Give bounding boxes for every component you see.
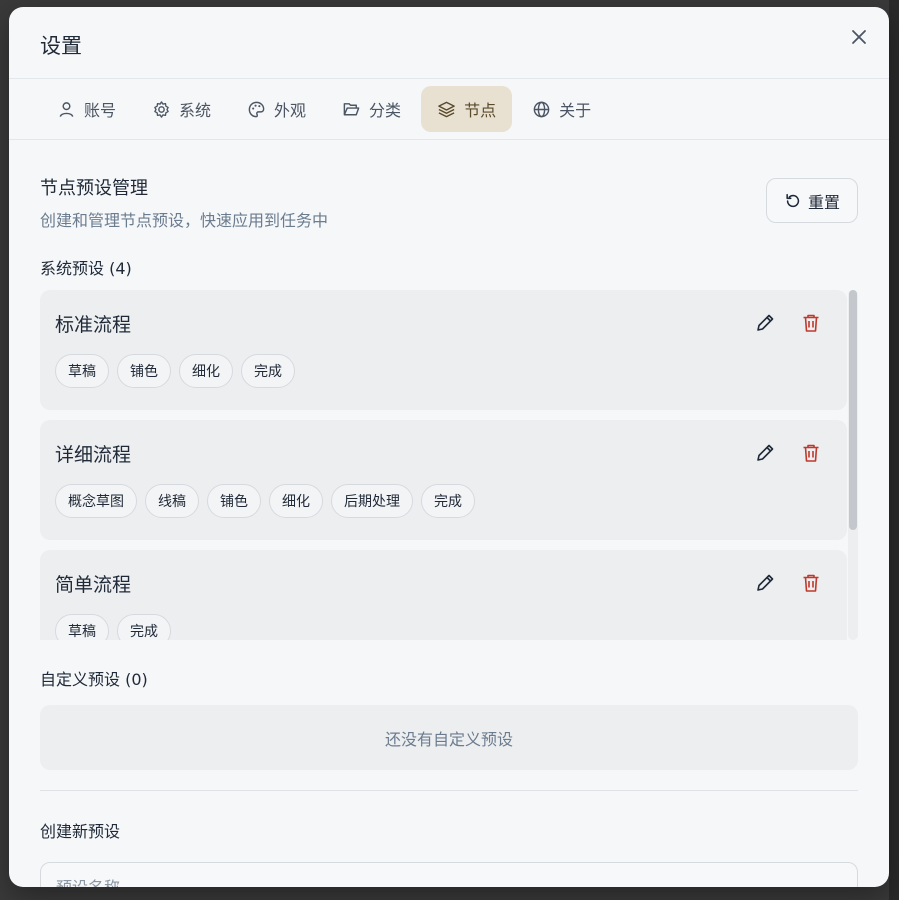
tab-content: 节点预设管理 创建和管理节点预设，快速应用到任务中 重置 系统预设 (4) 标准… <box>9 140 889 887</box>
preset-actions <box>754 312 822 334</box>
preset-card: 标准流程 草稿 铺色 细化 完成 <box>40 290 847 410</box>
custom-presets-empty: 还没有自定义预设 <box>40 705 858 770</box>
step-chip: 草稿 <box>55 614 109 640</box>
preset-name: 简单流程 <box>55 574 132 596</box>
tab-label: 账号 <box>84 101 117 120</box>
folder-icon <box>343 102 360 115</box>
dialog-header: 设置 <box>9 7 889 79</box>
reset-button[interactable]: 重置 <box>766 178 858 223</box>
user-icon <box>59 101 74 117</box>
custom-presets-label: 自定义预设 (0) <box>40 670 148 689</box>
tab-system[interactable]: 系统 <box>136 86 227 132</box>
create-preset-label: 创建新预设 <box>40 822 121 841</box>
tab-label: 节点 <box>464 101 497 120</box>
tab-about[interactable]: 关于 <box>516 86 607 132</box>
reset-label: 重置 <box>807 192 840 212</box>
preset-card: 简单流程 草稿 完成 <box>40 550 847 640</box>
pencil-icon <box>757 574 774 591</box>
globe-icon <box>533 101 550 117</box>
step-chip: 完成 <box>421 484 475 518</box>
section-header: 节点预设管理 创建和管理节点预设，快速应用到任务中 重置 <box>40 140 858 252</box>
delete-button[interactable] <box>800 572 822 594</box>
step-chip: 完成 <box>117 614 171 640</box>
tab-label: 分类 <box>369 101 402 120</box>
tab-nodes[interactable]: 节点 <box>421 86 513 132</box>
trash-icon <box>803 444 819 462</box>
trash-icon <box>803 574 819 592</box>
preset-name: 标准流程 <box>55 314 132 336</box>
step-chip: 细化 <box>269 484 323 518</box>
system-presets-scroll[interactable]: 标准流程 草稿 铺色 细化 完成 详细流程 概念草图 线稿 铺色 细化 后期处理… <box>40 290 858 640</box>
scrollbar[interactable] <box>848 290 858 640</box>
preset-steps: 概念草图 线稿 铺色 细化 后期处理 完成 <box>55 484 832 518</box>
section-title: 节点预设管理 <box>40 178 148 199</box>
preset-actions <box>754 442 822 464</box>
preset-steps: 草稿 完成 <box>55 614 832 640</box>
preset-name: 详细流程 <box>55 444 132 466</box>
tab-appearance[interactable]: 外观 <box>231 86 322 132</box>
preset-steps: 草稿 铺色 细化 完成 <box>55 354 832 388</box>
tab-category[interactable]: 分类 <box>326 86 417 132</box>
tab-label: 关于 <box>559 101 592 120</box>
section-description: 创建和管理节点预设，快速应用到任务中 <box>40 211 329 230</box>
trash-icon <box>803 314 819 332</box>
gear-icon <box>154 100 169 118</box>
preset-name-input[interactable] <box>40 862 858 887</box>
step-chip: 铺色 <box>117 354 171 388</box>
dialog-title: 设置 <box>40 34 82 58</box>
divider <box>40 790 858 791</box>
step-chip: 后期处理 <box>331 484 413 518</box>
palette-icon <box>248 101 265 117</box>
edit-button[interactable] <box>754 572 776 594</box>
step-chip: 完成 <box>241 354 295 388</box>
step-chip: 概念草图 <box>55 484 137 518</box>
preset-actions <box>754 572 822 594</box>
system-presets-label: 系统预设 (4) <box>40 259 132 278</box>
edit-button[interactable] <box>754 312 776 334</box>
edit-button[interactable] <box>754 442 776 464</box>
empty-state-text: 还没有自定义预设 <box>384 729 513 749</box>
tab-account[interactable]: 账号 <box>41 86 132 132</box>
delete-button[interactable] <box>800 442 822 464</box>
delete-button[interactable] <box>800 312 822 334</box>
settings-tabs: 账号 系统 外观 分类 节点 关于 <box>9 79 889 140</box>
reset-icon <box>786 193 800 207</box>
backdrop <box>889 0 899 900</box>
step-chip: 铺色 <box>207 484 261 518</box>
close-button[interactable] <box>849 27 869 47</box>
tab-label: 外观 <box>274 101 307 120</box>
tab-label: 系统 <box>179 101 212 120</box>
step-chip: 草稿 <box>55 354 109 388</box>
pencil-icon <box>757 444 774 461</box>
step-chip: 细化 <box>179 354 233 388</box>
settings-dialog: 设置 账号 系统 外观 分类 节点 关于 节点预设管理 创建和管理节点预设，快速… <box>9 7 889 887</box>
system-presets-list: 标准流程 草稿 铺色 细化 完成 详细流程 概念草图 线稿 铺色 细化 后期处理… <box>40 290 847 640</box>
close-icon <box>852 30 866 44</box>
step-chip: 线稿 <box>145 484 199 518</box>
layers-icon <box>438 101 455 117</box>
pencil-icon <box>757 314 774 331</box>
scrollbar-thumb[interactable] <box>849 290 857 530</box>
preset-card: 详细流程 概念草图 线稿 铺色 细化 后期处理 完成 <box>40 420 847 540</box>
